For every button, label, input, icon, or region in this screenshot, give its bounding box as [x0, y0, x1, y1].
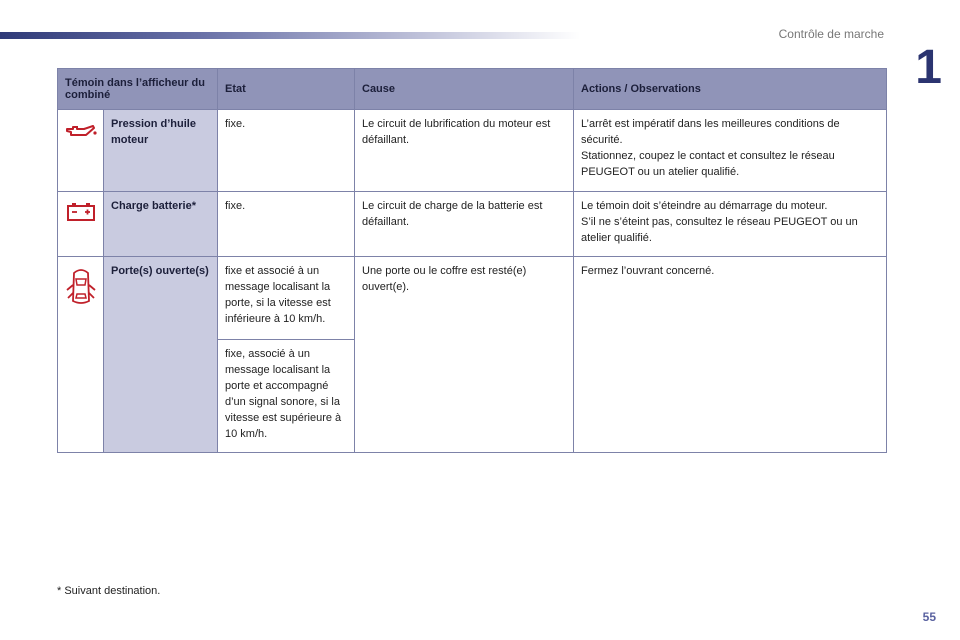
table-row: Porte(s) ouverte(s) fixe et associé à un… [57, 256, 887, 453]
row-etat-cell: fixe. [217, 191, 355, 257]
car-door-open-icon [65, 269, 96, 304]
header-cause: Cause [354, 68, 574, 110]
chapter-number: 1 [915, 41, 942, 94]
action-line: S’il ne s’éteint pas, consultez le résea… [581, 216, 858, 244]
header-actions: Actions / Observations [573, 68, 887, 110]
header-etat: Etat [217, 68, 355, 110]
table-row: Pression d’huile moteur fixe. Le circuit… [57, 109, 887, 192]
row-name-cell: Porte(s) ouverte(s) [103, 256, 218, 453]
header-decorative-bar [0, 32, 580, 39]
table-header-row: Témoin dans l’afficheur du combiné Etat … [57, 68, 887, 110]
action-line: Stationnez, coupez le contact et consult… [581, 150, 835, 178]
warning-lights-table: Témoin dans l’afficheur du combiné Etat … [57, 68, 887, 453]
row-cause-cell: Une porte ou le coffre est resté(e) ouve… [354, 256, 574, 453]
page-number: 55 [922, 610, 936, 624]
row-etat-cell: fixe. [217, 109, 355, 192]
footnote: * Suivant destination. [57, 585, 161, 597]
row-name-cell: Charge batterie* [103, 191, 218, 257]
icon-cell [57, 191, 104, 257]
action-line: L’arrêt est impératif dans les meilleure… [581, 118, 840, 146]
row-cause-cell: Le circuit de lubrification du moteur es… [354, 109, 574, 192]
oil-can-icon [65, 125, 97, 136]
row-cause-cell: Le circuit de charge de la batterie est … [354, 191, 574, 257]
battery-icon [66, 203, 95, 221]
action-line: Fermez l’ouvrant concerné. [581, 265, 715, 277]
row-etat-cell: fixe, associé à un message localisant la… [217, 339, 355, 453]
section-title: Contrôle de marche [778, 27, 884, 41]
action-line: Le témoin doit s’éteindre au démarrage d… [581, 200, 828, 212]
header-temoin: Témoin dans l’afficheur du combiné [57, 68, 218, 110]
icon-cell [57, 109, 104, 192]
icon-cell [57, 256, 104, 453]
table-row: Charge batterie* fixe. Le circuit de cha… [57, 191, 887, 257]
row-etat-cell: fixe et associé à un message localisant … [217, 256, 355, 340]
row-name-cell: Pression d’huile moteur [103, 109, 218, 192]
row-actions-cell: L’arrêt est impératif dans les meilleure… [573, 109, 887, 192]
row-actions-cell: Fermez l’ouvrant concerné. [573, 256, 887, 453]
row-actions-cell: Le témoin doit s’éteindre au démarrage d… [573, 191, 887, 257]
